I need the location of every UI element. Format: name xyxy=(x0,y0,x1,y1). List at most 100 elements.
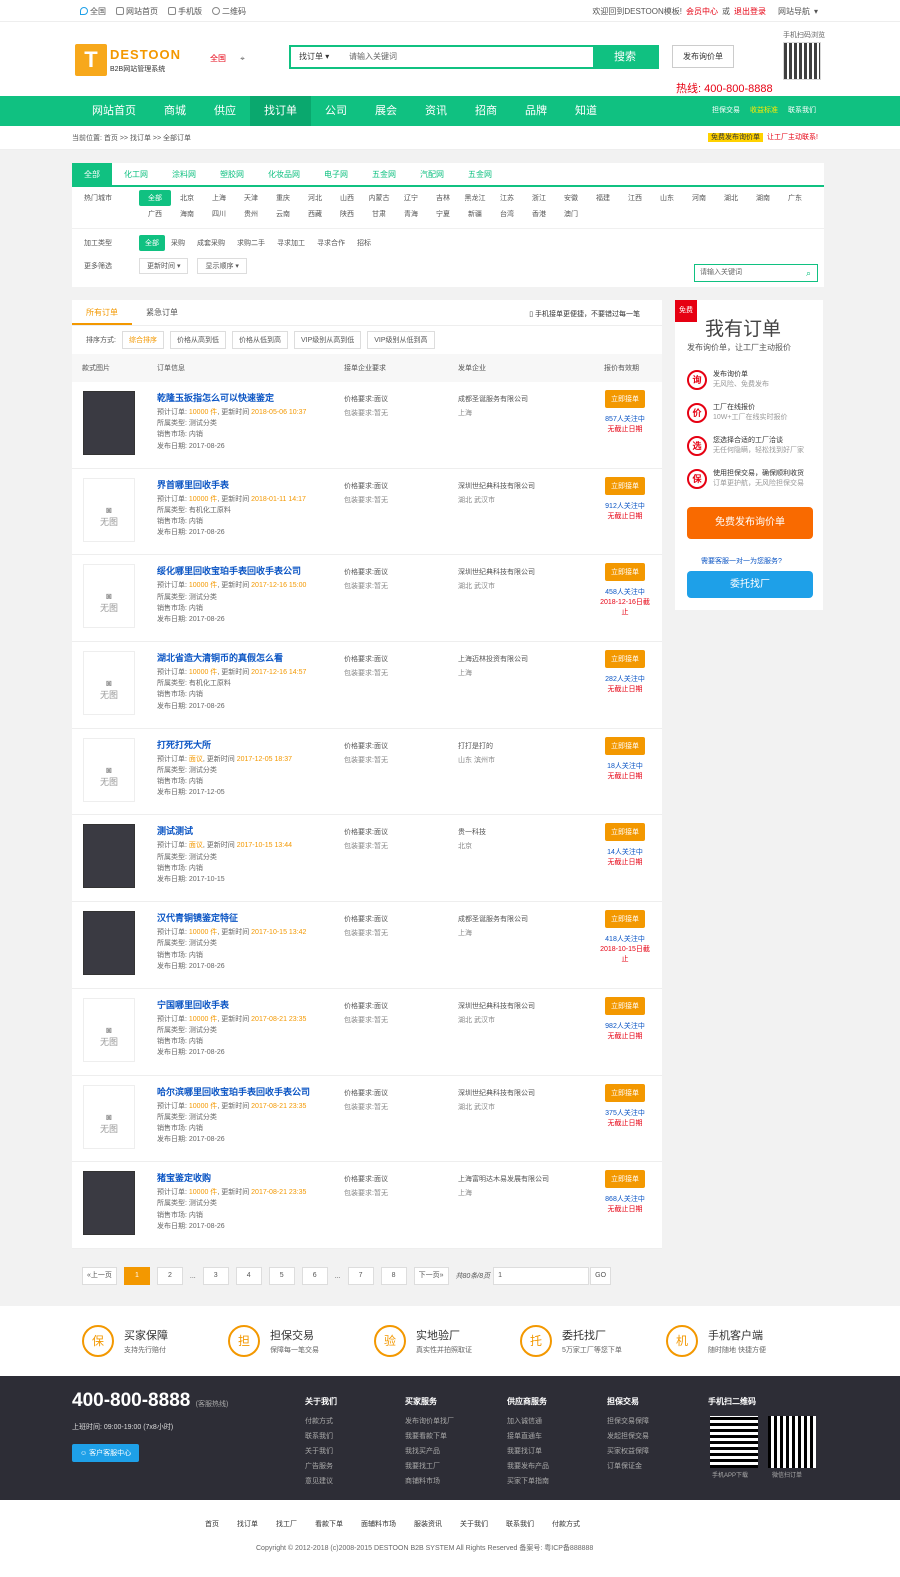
page-button[interactable]: 4 xyxy=(235,1267,262,1285)
bottom-link[interactable]: 首页 xyxy=(205,1519,219,1529)
order-thumbnail[interactable] xyxy=(83,824,135,889)
filter-tab-2[interactable]: 涂料网 xyxy=(160,163,208,185)
page-button[interactable]: 5 xyxy=(268,1267,295,1285)
city-option[interactable]: 海南 xyxy=(171,206,203,222)
update-time-select[interactable]: 更新时间 ▾ xyxy=(139,258,189,274)
order-title[interactable]: 猪宝鉴定收购 xyxy=(157,1171,211,1184)
nav-item-1[interactable]: 商城 xyxy=(150,96,200,126)
footer-link[interactable]: 接单直通车 xyxy=(507,1429,549,1444)
page-button[interactable]: 6 xyxy=(301,1267,328,1285)
footer-link[interactable]: 广告服务 xyxy=(305,1459,337,1474)
order-thumbnail[interactable]: ◙ 无图 xyxy=(83,651,135,716)
order-title[interactable]: 乾隆玉扳指怎么可以快速鉴定 xyxy=(157,391,274,404)
order-title[interactable]: 宁国哪里回收手表 xyxy=(157,998,229,1011)
city-option[interactable]: 山西 xyxy=(331,190,363,206)
prev-page-button[interactable]: «上一页 xyxy=(82,1267,117,1285)
city-option[interactable]: 安徽 xyxy=(555,190,587,206)
sort-option[interactable]: 价格从高到低 xyxy=(169,331,226,349)
city-option[interactable]: 浙江 xyxy=(523,190,555,206)
city-option[interactable]: 澳门 xyxy=(555,206,587,222)
city-option[interactable]: 贵州 xyxy=(235,206,267,222)
order-title[interactable]: 哈尔滨哪里回收宝珀手表回收手表公司 xyxy=(157,1085,310,1098)
bottom-link[interactable]: 找订单 xyxy=(237,1519,258,1529)
city-option[interactable]: 香港 xyxy=(523,206,555,222)
take-order-button[interactable]: 立即接单 xyxy=(605,563,645,582)
logout-link[interactable]: 退出登录 xyxy=(734,6,766,17)
nav-earnings[interactable]: 收益标准 xyxy=(750,96,778,126)
page-button[interactable]: 7 xyxy=(347,1267,374,1285)
nav-item-3[interactable]: 找订单 xyxy=(250,96,311,126)
footer-link[interactable]: 我找买产品 xyxy=(405,1444,454,1459)
sort-option[interactable]: 价格从低到高 xyxy=(231,331,288,349)
order-title[interactable]: 湖北省造大清铜币的真假怎么看 xyxy=(157,651,283,664)
take-order-button[interactable]: 立即接单 xyxy=(605,736,645,755)
order-thumbnail[interactable] xyxy=(83,391,135,455)
nav-item-8[interactable]: 品牌 xyxy=(511,96,561,126)
site-nav-link[interactable]: 网站导航 xyxy=(778,6,810,17)
take-order-button[interactable]: 立即接单 xyxy=(605,650,645,669)
guarantee-item[interactable]: 机手机客户端 随时随地 快捷方便 xyxy=(666,1306,812,1376)
nav-item-6[interactable]: 资讯 xyxy=(411,96,461,126)
type-option[interactable]: 全部 xyxy=(139,235,165,251)
page-button[interactable]: 8 xyxy=(380,1267,407,1285)
nav-item-0[interactable]: 网站首页 xyxy=(78,96,150,126)
order-thumbnail[interactable] xyxy=(83,911,135,976)
city-option[interactable]: 北京 xyxy=(171,190,203,206)
next-page-button[interactable]: 下一页» xyxy=(413,1267,449,1285)
nav-item-9[interactable]: 知道 xyxy=(561,96,611,126)
page-input[interactable]: 1 xyxy=(493,1267,590,1285)
footer-link[interactable]: 加入诚信通 xyxy=(507,1414,549,1429)
city-option[interactable]: 四川 xyxy=(203,206,235,222)
type-option[interactable]: 成套采购 xyxy=(191,235,231,251)
city-option[interactable]: 西藏 xyxy=(299,206,331,222)
guarantee-item[interactable]: 担担保交易 保障每一笔交易 xyxy=(228,1306,374,1376)
filter-tab-6[interactable]: 五金网 xyxy=(360,163,408,185)
nav-item-7[interactable]: 招商 xyxy=(461,96,511,126)
city-option[interactable]: 黑龙江 xyxy=(459,190,491,206)
bottom-link[interactable]: 服装资讯 xyxy=(414,1519,442,1529)
free-post-tip[interactable]: 免费发布询价单 让工厂主动联系! xyxy=(708,132,818,142)
footer-link[interactable]: 发布询价单找厂 xyxy=(405,1414,454,1429)
filter-tab-8[interactable]: 五金网 xyxy=(456,163,504,185)
nav-item-4[interactable]: 公司 xyxy=(311,96,361,126)
type-option[interactable]: 招标 xyxy=(351,235,377,251)
page-button[interactable]: 3 xyxy=(202,1267,229,1285)
order-thumbnail[interactable]: ◙ 无图 xyxy=(83,737,135,802)
city-option[interactable]: 江西 xyxy=(619,190,651,206)
footer-link[interactable]: 我要看款下单 xyxy=(405,1429,454,1444)
city-option[interactable]: 云南 xyxy=(267,206,299,222)
sort-option[interactable]: 综合排序 xyxy=(121,331,164,349)
footer-link[interactable]: 我要找订单 xyxy=(507,1444,549,1459)
order-title[interactable]: 汉代青铜镜鉴定特征 xyxy=(157,911,238,924)
city-option[interactable]: 青海 xyxy=(395,206,427,222)
take-order-button[interactable]: 立即接单 xyxy=(605,476,645,495)
search-button[interactable]: 搜索 xyxy=(593,47,657,67)
go-button[interactable]: GO xyxy=(590,1267,612,1285)
footer-link[interactable]: 意见建议 xyxy=(305,1474,337,1489)
type-option[interactable]: 寻求合作 xyxy=(311,235,351,251)
footer-link[interactable]: 买家下单指南 xyxy=(507,1474,549,1489)
filter-tab-0[interactable]: 全部 xyxy=(72,163,112,185)
entrust-button[interactable]: 委托找厂 xyxy=(687,571,813,598)
city-option[interactable]: 重庆 xyxy=(267,190,299,206)
footer-link[interactable]: 联系我们 xyxy=(305,1429,337,1444)
company-name[interactable]: 深圳世纪典科技有限公司 xyxy=(458,1087,535,1101)
city-option[interactable]: 江苏 xyxy=(491,190,523,206)
footer-link[interactable]: 我要发布产品 xyxy=(507,1459,549,1474)
bottom-link[interactable]: 联系我们 xyxy=(506,1519,534,1529)
page-button[interactable]: 1 xyxy=(123,1267,150,1285)
tab-urgent-orders[interactable]: 紧急订单 xyxy=(132,300,192,325)
company-name[interactable]: 上海迈林投资有限公司 xyxy=(458,653,528,667)
company-name[interactable]: 深圳世纪典科技有限公司 xyxy=(458,1000,535,1014)
mobile-tip[interactable]: ▯ 手机接单更便捷，不要错过每一笔 xyxy=(529,309,640,319)
take-order-button[interactable]: 立即接单 xyxy=(605,910,645,929)
bottom-link[interactable]: 面辅料市场 xyxy=(361,1519,396,1529)
order-thumbnail[interactable]: ◙ 无图 xyxy=(83,477,135,542)
order-title[interactable]: 打死打死大所 xyxy=(157,738,211,751)
order-title[interactable]: 测试测试 xyxy=(157,824,193,837)
take-order-button[interactable]: 立即接单 xyxy=(605,823,645,842)
city-option[interactable]: 山东 xyxy=(651,190,683,206)
footer-link[interactable]: 关于我们 xyxy=(305,1444,337,1459)
city-option[interactable]: 吉林 xyxy=(427,190,459,206)
order-thumbnail[interactable]: ◙ 无图 xyxy=(83,564,135,629)
